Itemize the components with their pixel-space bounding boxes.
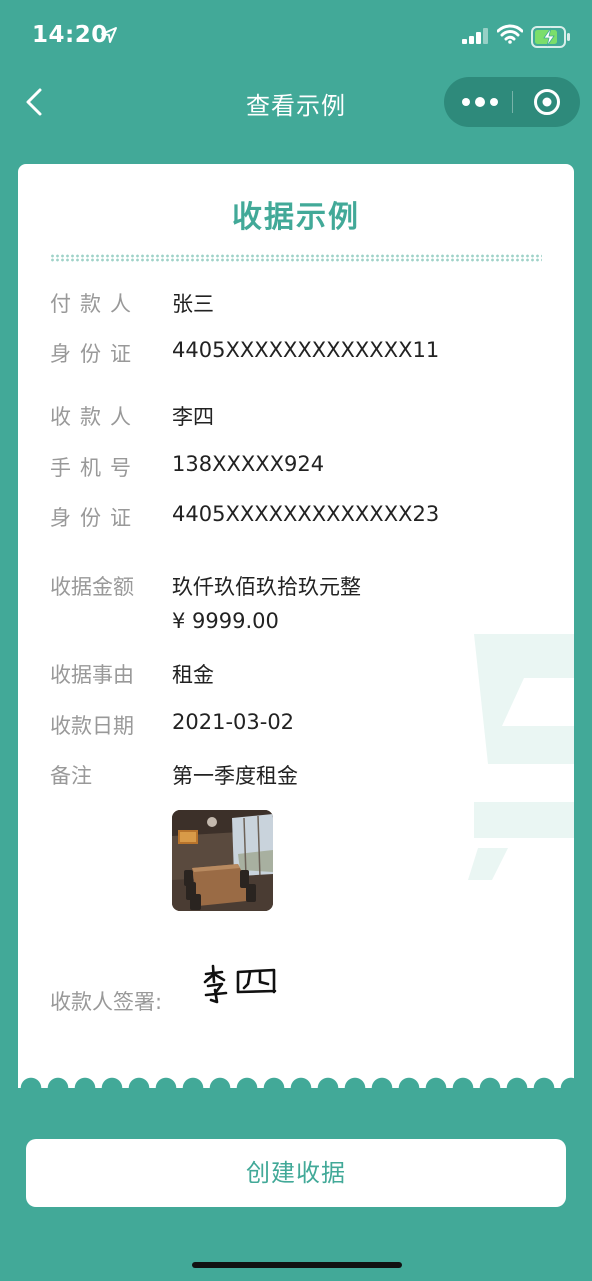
amount-words: 玖仟玖佰玖拾玖元整 — [172, 575, 361, 599]
location-arrow-icon — [101, 27, 117, 43]
payee-label: 收款人 — [50, 405, 140, 429]
attachment-photo[interactable] — [172, 810, 273, 911]
phone-label: 手机号 — [50, 456, 140, 480]
more-button[interactable] — [444, 77, 512, 127]
handwritten-signature — [203, 964, 277, 1004]
watermark-logo — [468, 634, 574, 880]
reason-label: 收据事由 — [50, 663, 134, 687]
miniprogram-close-icon — [534, 89, 560, 115]
phone-number: 138XXXXX924 — [172, 452, 325, 476]
payee-name: 李四 — [172, 405, 214, 429]
wifi-icon — [497, 24, 523, 44]
payer-id-label: 身份证 — [50, 342, 140, 366]
create-receipt-button[interactable]: 创建收据 — [26, 1139, 566, 1207]
status-time: 14:20 — [32, 22, 108, 48]
payer-id: 4405XXXXXXXXXXXXX11 — [172, 338, 440, 362]
payee-id: 4405XXXXXXXXXXXXX23 — [172, 502, 440, 526]
receipt-card: 收据示例 付款人 张三 身份证 4405XXXXXXXXXXXXX11 收款人 … — [18, 164, 574, 1088]
receipt-title: 收据示例 — [232, 200, 360, 235]
signal-icon — [462, 28, 488, 44]
payer-label: 付款人 — [50, 292, 140, 316]
date-label: 收款日期 — [50, 714, 134, 738]
miniprogram-capsule — [444, 77, 580, 127]
payee-id-label: 身份证 — [50, 506, 140, 530]
signature-label: 收款人签署: — [50, 990, 163, 1014]
amount-label: 收据金额 — [50, 575, 134, 599]
amount-number: ¥ 9999.00 — [172, 609, 279, 633]
status-bar: 14:20 — [0, 0, 592, 72]
home-indicator — [192, 1262, 402, 1268]
remark-label: 备注 — [50, 764, 92, 788]
more-dots-icon — [462, 97, 498, 107]
date-value: 2021-03-02 — [172, 710, 295, 734]
meeting-room-photo — [172, 810, 273, 911]
payer-name: 张三 — [172, 292, 214, 316]
nav-bar: 查看示例 — [0, 72, 592, 132]
battery-charging-icon — [531, 26, 570, 48]
close-miniprogram-button[interactable] — [513, 77, 580, 127]
dotted-divider — [50, 254, 542, 262]
reason-value: 租金 — [172, 663, 214, 687]
receipt-scalloped-edge — [18, 1076, 574, 1100]
remark-value: 第一季度租金 — [172, 764, 298, 788]
